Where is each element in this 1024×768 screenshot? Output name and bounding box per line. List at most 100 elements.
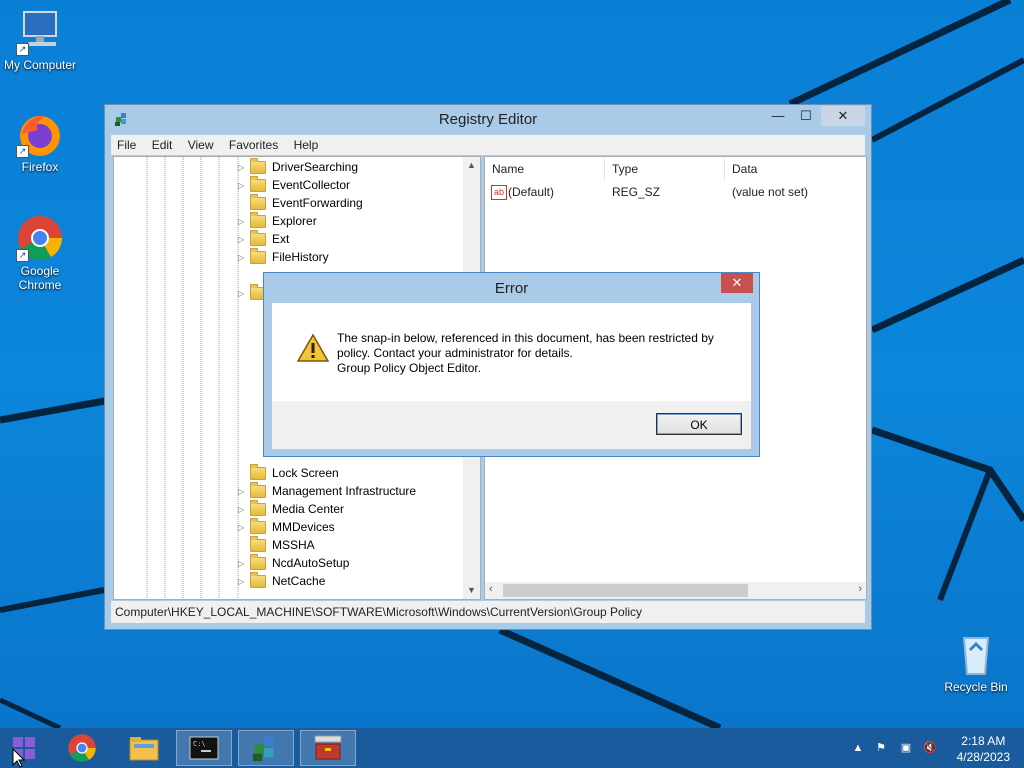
tree-guide-lines: [146, 157, 239, 599]
window-title: Registry Editor: [438, 111, 538, 128]
folder-icon: [250, 247, 266, 264]
column-header-type[interactable]: Type: [605, 157, 725, 181]
taskbar-clock[interactable]: 2:18 AM 4/28/2023: [957, 733, 1010, 765]
warning-icon: [297, 333, 329, 362]
expand-arrow-icon[interactable]: ▷: [238, 217, 248, 226]
folder-icon: [250, 193, 266, 210]
desktop-icon-label: My Computer: [3, 58, 77, 72]
taskbar-registry-editor[interactable]: [238, 730, 294, 766]
value-data-cell: (value not set): [732, 185, 809, 199]
clock-date: 4/28/2023: [956, 750, 1010, 764]
window-titlebar[interactable]: Registry Editor — ☐ ✕: [105, 105, 871, 133]
expand-arrow-icon[interactable]: ▷: [238, 253, 248, 262]
desktop-icon-label: Recycle Bin: [944, 680, 1008, 694]
error-message: The snap-in below, referenced in this do…: [337, 331, 737, 376]
close-button[interactable]: ✕: [821, 106, 865, 126]
tree-item[interactable]: ▷ Media Center: [238, 499, 344, 518]
tree-item[interactable]: ▷ Ext: [238, 229, 289, 248]
scroll-up-arrow-icon[interactable]: ▲: [463, 157, 480, 174]
action-center-flag-icon[interactable]: ⚑: [873, 740, 889, 756]
tree-item[interactable]: MSSHA: [238, 535, 315, 554]
folder-icon: [250, 229, 266, 246]
tree-item[interactable]: ▷ Explorer: [238, 211, 317, 230]
registry-editor-icon: [252, 736, 274, 762]
ok-button[interactable]: OK: [656, 413, 742, 435]
expand-arrow-icon[interactable]: ▷: [238, 289, 248, 298]
folder-icon: [250, 481, 266, 498]
menu-file[interactable]: File: [111, 135, 142, 155]
expand-arrow-icon[interactable]: ▷: [238, 235, 248, 244]
shortcut-arrow-icon: ↗: [16, 43, 29, 56]
tree-item[interactable]: ▷ NcdAutoSetup: [238, 553, 349, 572]
folder-icon: [250, 535, 266, 552]
taskbar-chrome[interactable]: [54, 730, 110, 766]
menu-help[interactable]: Help: [288, 135, 325, 155]
desktop-icon-recycle-bin[interactable]: Recycle Bin: [936, 630, 1016, 694]
tree-item[interactable]: Lock Screen: [238, 463, 339, 482]
menu-view[interactable]: View: [182, 135, 220, 155]
command-prompt-icon: C:\: [189, 736, 219, 760]
desktop-icon-chrome[interactable]: ↗ Google Chrome: [0, 214, 80, 292]
taskbar-toolbox-app[interactable]: [300, 730, 356, 766]
toolbox-icon: [314, 735, 342, 760]
network-icon[interactable]: ▣: [898, 740, 914, 756]
value-type-cell: REG_SZ: [612, 185, 661, 199]
column-header-data[interactable]: Data: [725, 157, 866, 181]
folder-icon: [250, 553, 266, 570]
desktop-icon-label: Google Chrome: [18, 264, 62, 292]
tree-item[interactable]: ▷ MMDevices: [238, 517, 335, 536]
folder-icon: [250, 211, 266, 228]
tree-item[interactable]: ▷ FileHistory: [238, 247, 329, 266]
expand-arrow-icon[interactable]: ▷: [238, 559, 248, 568]
status-bar-path: Computer\HKEY_LOCAL_MACHINE\SOFTWARE\Mic…: [111, 601, 865, 623]
shortcut-arrow-icon: ↗: [16, 249, 29, 262]
folder-icon: [250, 571, 266, 588]
tree-item[interactable]: ▷ Management Infrastructure: [238, 481, 416, 500]
taskbar-file-explorer[interactable]: [116, 730, 172, 766]
expand-arrow-icon[interactable]: ▷: [238, 577, 248, 586]
error-dialog: Error ✕ The snap-in below, referenced in…: [263, 272, 760, 457]
desktop-icon-my-computer[interactable]: ↗ My Computer: [0, 8, 80, 72]
firefox-icon: ↗: [16, 110, 64, 158]
minimize-button[interactable]: —: [765, 106, 791, 126]
folder-explorer-icon: [129, 737, 159, 761]
folder-icon: [250, 157, 266, 174]
menu-favorites[interactable]: Favorites: [223, 135, 284, 155]
recycle-bin-icon: [952, 630, 1000, 678]
expand-arrow-icon[interactable]: ▷: [238, 523, 248, 532]
taskbar: C:\ ▲ ⚑ ▣ 🔇 2:18 AM 4/28/2023: [0, 728, 1024, 768]
expand-arrow-icon[interactable]: ▷: [238, 505, 248, 514]
error-message-line: Group Policy Object Editor.: [337, 361, 482, 375]
dialog-footer: OK: [272, 401, 751, 449]
desktop-icon-firefox[interactable]: ↗ Firefox: [0, 110, 80, 174]
menu-edit[interactable]: Edit: [146, 135, 179, 155]
scroll-down-arrow-icon[interactable]: ▼: [463, 582, 480, 599]
column-header-name[interactable]: Name: [485, 157, 605, 181]
tree-item[interactable]: ▷ DriverSearching: [238, 157, 358, 176]
folder-icon: [250, 175, 266, 192]
menu-bar: File Edit View Favorites Help: [111, 135, 865, 155]
scroll-right-arrow-icon[interactable]: ›: [858, 583, 862, 595]
dialog-close-button[interactable]: ✕: [721, 273, 753, 293]
tree-item[interactable]: ▷ NetCache: [238, 571, 325, 590]
expand-arrow-icon[interactable]: ▷: [238, 163, 248, 172]
expand-arrow-icon[interactable]: ▷: [238, 487, 248, 496]
show-hidden-icons-chevron-icon[interactable]: ▲: [850, 740, 866, 756]
maximize-button[interactable]: ☐: [793, 106, 819, 126]
taskbar-command-prompt[interactable]: C:\: [176, 730, 232, 766]
mouse-cursor-icon: [12, 748, 26, 768]
tree-item[interactable]: EventForwarding: [238, 193, 363, 212]
folder-icon: [250, 517, 266, 534]
shortcut-arrow-icon: ↗: [16, 145, 29, 158]
dialog-body: The snap-in below, referenced in this do…: [272, 303, 751, 401]
expand-arrow-icon[interactable]: ▷: [238, 181, 248, 190]
folder-icon: [250, 499, 266, 516]
list-horizontal-scrollbar[interactable]: ‹ ›: [485, 582, 866, 599]
volume-muted-icon[interactable]: 🔇: [922, 740, 938, 756]
scrollbar-thumb[interactable]: [503, 584, 748, 597]
scroll-left-arrow-icon[interactable]: ‹: [489, 583, 493, 595]
chrome-icon: ↗: [16, 214, 64, 262]
tree-item[interactable]: ▷ EventCollector: [238, 175, 350, 194]
value-name-cell: (Default): [508, 185, 555, 199]
desktop-icon-label: Firefox: [21, 160, 59, 174]
